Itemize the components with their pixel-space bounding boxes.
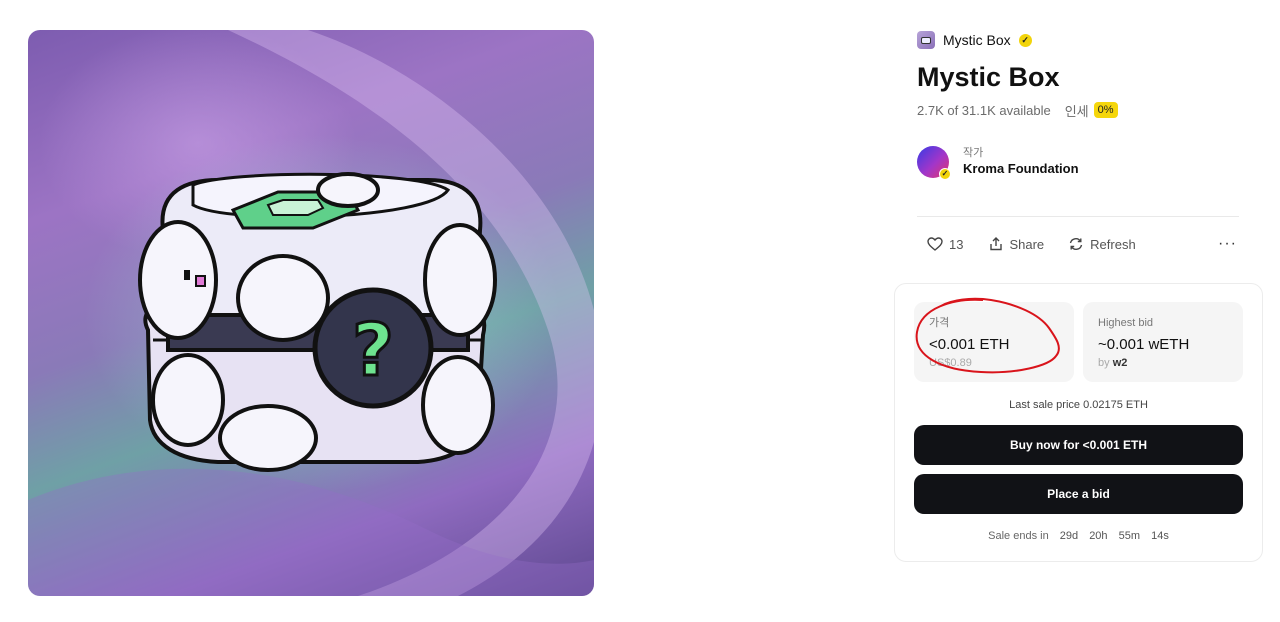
price-label: 가격 [929,317,950,329]
creator-info[interactable]: ✓ 작가 Kroma Foundation [917,146,1079,180]
bidder-name[interactable]: w2 [1113,357,1128,369]
verified-check-icon: ✓ [1018,33,1032,47]
creator-avatar[interactable]: ✓ [917,146,951,180]
bidder-prefix: by [1098,357,1110,369]
refresh-label: Refresh [1090,236,1136,252]
collection-thumb-icon [917,31,935,49]
royalty-label: 인세 [1064,103,1089,119]
like-button[interactable]: 13 [927,237,963,252]
last-sale-price: Last sale price 0.02175 ETH [1009,399,1148,411]
countdown-seconds: 14s [1151,530,1169,542]
countdown-days: 29d [1059,530,1079,542]
price-box: 가격 <0.001 ETH US$0.89 [914,302,1074,382]
sale-ends-label: Sale ends in [988,530,1049,542]
divider [917,216,1239,217]
royalty-badge: 0% [1093,102,1118,118]
heart-icon [927,237,943,251]
highest-bid-value: ~0.001 wETH [1098,336,1190,353]
highest-bid-bidder: by w2 [1098,356,1243,370]
creator-name[interactable]: Kroma Foundation [963,160,1079,178]
item-meta: 2.7K of 31.1K available 인세 0% [917,101,1118,119]
highest-bid-box: Highest bid ~0.001 wETH by w2 [1083,302,1243,382]
mystery-box-illustration: ? [28,30,594,596]
share-label: Share [1009,236,1045,252]
collection-link[interactable]: Mystic Box ✓ [917,30,1032,50]
place-bid-button[interactable]: Place a bid [914,474,1243,514]
more-options-icon[interactable]: ··· [1218,236,1237,252]
refresh-button[interactable]: Refresh [1068,237,1136,252]
sale-countdown: Sale ends in 29d 20h 55m 14s [895,529,1262,543]
price-usd: US$0.89 [929,357,972,369]
buy-now-button[interactable]: Buy now for <0.001 ETH [914,425,1243,465]
share-button[interactable]: Share [989,237,1044,252]
price-value: <0.001 ETH [929,336,1010,353]
like-count: 13 [949,236,964,252]
actions-bar: 13 Share Refresh ··· [927,234,1237,254]
refresh-icon [1069,237,1083,251]
highest-bid-label: Highest bid [1098,317,1154,329]
item-title: Mystic Box [917,62,1060,92]
creator-verified-icon: ✓ [939,168,951,180]
availability-text: 2.7K of 31.1K available [917,102,1051,118]
purchase-card: 가격 <0.001 ETH US$0.89 Highest bid ~0.001… [894,283,1263,562]
share-icon [990,237,1003,251]
countdown-minutes: 55m [1118,530,1141,542]
creator-label: 작가 [963,147,984,159]
nft-artwork[interactable]: ? [28,30,594,596]
svg-text:?: ? [352,308,394,392]
countdown-hours: 20h [1089,530,1108,542]
collection-name[interactable]: Mystic Box [943,32,1011,48]
